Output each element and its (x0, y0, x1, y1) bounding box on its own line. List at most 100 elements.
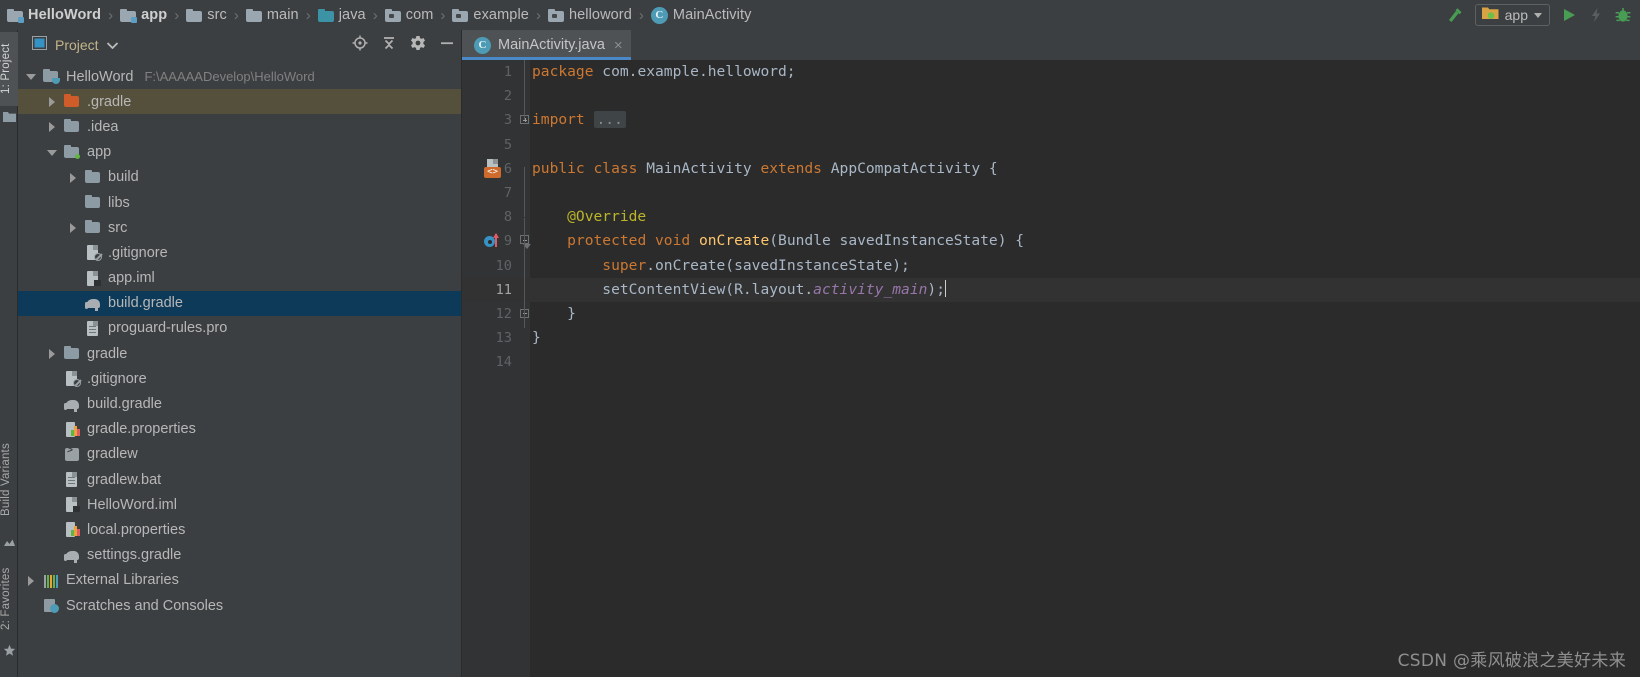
tree-row-gradle[interactable]: gradle (18, 341, 461, 366)
tree-row--gitignore[interactable]: .gitignore (18, 240, 461, 265)
settings-gear-icon[interactable] (410, 35, 426, 56)
code-line-11[interactable]: 11 setContentView(R.layout.activity_main… (462, 277, 1640, 302)
tree-row-settings-gradle[interactable]: settings.gradle (18, 543, 461, 568)
code-text[interactable]: setContentView(R.layout.activity_main); (532, 278, 947, 302)
code-text[interactable]: protected void onCreate(Bundle savedInst… (532, 229, 1024, 253)
code-text[interactable]: } (532, 326, 541, 350)
breadcrumb-item-label: com (405, 7, 434, 23)
tree-row--gitignore[interactable]: .gitignore (18, 366, 461, 391)
chevron-right-icon[interactable] (26, 575, 37, 586)
code-line-6[interactable]: 6 <> public class MainActivity extends App… (462, 157, 1640, 181)
locate-icon[interactable] (352, 35, 368, 56)
tree-row-label: proguard-rules.pro (108, 320, 228, 337)
build-hammer-icon[interactable] (1445, 2, 1465, 28)
tree-row-proguard-rules-pro[interactable]: proguard-rules.pro (18, 316, 461, 341)
code-line-13[interactable]: 13} (462, 326, 1640, 350)
project-tree[interactable]: HelloWord F:\AAAAADevelop\HelloWord .gradl… (18, 60, 461, 677)
code-line-14[interactable]: 14 (462, 350, 1640, 374)
folded-imports-placeholder[interactable]: ... (593, 111, 626, 129)
tree-arrow-spacer (26, 600, 37, 611)
collapse-all-icon[interactable] (381, 35, 397, 56)
chevron-down-icon[interactable] (106, 36, 118, 54)
tree-row-scratches-and-consoles[interactable]: Scratches and Consoles (18, 593, 461, 618)
tree-row-gradle-properties[interactable]: gradle.properties (18, 417, 461, 442)
chevron-right-icon[interactable] (47, 348, 58, 360)
apply-changes-icon[interactable] (1588, 2, 1604, 28)
tree-row-local-properties[interactable]: local.properties (18, 517, 461, 542)
breadcrumb-item-helloword[interactable]: HelloWord (6, 0, 102, 30)
close-icon[interactable]: × (614, 38, 623, 53)
code-text[interactable]: package com.example.helloword; (532, 60, 796, 84)
source-folder-icon (317, 8, 334, 22)
chevron-down-icon[interactable] (26, 71, 37, 82)
code-text[interactable]: } (532, 302, 576, 326)
tree-row-app[interactable]: app (18, 140, 461, 165)
code-line-1[interactable]: 1 package com.example.helloword; (462, 60, 1640, 84)
tree-row-helloword[interactable]: HelloWord F:\AAAAADevelop\HelloWord (18, 64, 461, 89)
tree-row-libs[interactable]: libs (18, 190, 461, 215)
breadcrumb-item-java[interactable]: java (317, 0, 367, 30)
code-line-3[interactable]: 3 import ... (462, 108, 1640, 132)
code-line-10[interactable]: 10 super.onCreate(savedInstanceState); (462, 254, 1640, 278)
project-view-icon (32, 35, 47, 55)
tree-row-src[interactable]: src (18, 215, 461, 240)
tree-row-label: src (108, 219, 128, 236)
run-configuration-selector[interactable]: app (1474, 4, 1550, 26)
breadcrumb-item-mainactivity[interactable]: C MainActivity (650, 0, 753, 30)
chevron-down-icon[interactable] (47, 147, 58, 158)
chevron-right-icon[interactable] (47, 96, 58, 108)
module-folder-icon (7, 8, 24, 23)
sidebar-tab-favorites[interactable]: 2: Favorites (0, 558, 18, 640)
code-text[interactable]: import ... (532, 108, 626, 132)
code-line-5[interactable]: 5 (462, 133, 1640, 157)
tree-row-label: local.properties (87, 521, 186, 538)
tree-row-build[interactable]: build (18, 165, 461, 190)
tree-row-external-libraries[interactable]: External Libraries (18, 568, 461, 593)
breadcrumb-item-app[interactable]: app (119, 0, 168, 30)
code-text[interactable]: super.onCreate(savedInstanceState); (532, 254, 910, 278)
breadcrumb-item-example[interactable]: example (451, 0, 530, 30)
code-editor[interactable]: 1 package com.example.helloword; 2 3 import … (462, 60, 1640, 677)
code-line-8[interactable]: 8 @Override (462, 205, 1640, 229)
tree-arrow-spacer (47, 550, 58, 561)
tree-row--idea[interactable]: .idea (18, 114, 461, 139)
code-lines[interactable]: 1 package com.example.helloword; 2 3 import … (462, 60, 1640, 677)
code-line-9[interactable]: 9 protected void onCreate(Bundle savedIn… (462, 229, 1640, 253)
code-line-12[interactable]: 12 } (462, 302, 1640, 326)
fold-guide-line-class (524, 167, 525, 217)
tree-row-app-iml[interactable]: app.iml (18, 266, 461, 291)
tree-arrow-spacer (47, 373, 58, 384)
tree-row-build-gradle[interactable]: build.gradle (18, 290, 461, 316)
line-number: 14 (495, 354, 512, 371)
code-line-2[interactable]: 2 (462, 84, 1640, 108)
breadcrumb-item-helloword[interactable]: helloword (547, 0, 633, 30)
run-configuration-label: app (1504, 7, 1528, 23)
run-button[interactable] (1560, 2, 1578, 28)
chevron-right-icon[interactable] (47, 121, 58, 133)
code-line-7[interactable]: 7 (462, 181, 1640, 205)
code-text[interactable]: @Override (532, 205, 646, 229)
tree-row-gradlew[interactable]: gradlew (18, 442, 461, 467)
chevron-right-icon[interactable] (68, 222, 79, 234)
breadcrumb-item-label: example (473, 7, 529, 23)
tree-row--gradle[interactable]: .gradle (18, 89, 461, 115)
tree-row-gradlew-bat[interactable]: gradlew.bat (18, 467, 461, 492)
code-text[interactable]: public class MainActivity extends AppCom… (532, 157, 998, 181)
watermark-text: CSDN @乘风破浪之美好未来 (1397, 651, 1626, 671)
tree-row-build-gradle[interactable]: build.gradle (18, 391, 461, 416)
breadcrumb-separator: › (535, 6, 541, 24)
breadcrumb-item-com[interactable]: com (384, 0, 435, 30)
minimize-icon[interactable] (439, 35, 455, 56)
overriding-method-gutter-icon[interactable] (484, 233, 503, 249)
project-folder-icon (43, 69, 60, 85)
breadcrumb-item-main[interactable]: main (245, 0, 300, 30)
project-tool-window: Project HelloWord F:\AAAAADevelop\HelloW… (18, 30, 462, 677)
chevron-right-icon[interactable] (68, 172, 79, 183)
layout-resource-gutter-icon[interactable]: <> (484, 158, 503, 179)
sidebar-tab-project[interactable]: 1: Project (0, 32, 18, 106)
tree-row-helloword-iml[interactable]: HelloWord.iml (18, 492, 461, 517)
sidebar-tab-build-variants[interactable]: Build Variants (0, 428, 18, 532)
editor-tab-mainactivity[interactable]: C MainActivity.java × (462, 30, 631, 60)
breadcrumb-item-src[interactable]: src (185, 0, 228, 30)
debug-bug-icon[interactable] (1614, 2, 1632, 28)
